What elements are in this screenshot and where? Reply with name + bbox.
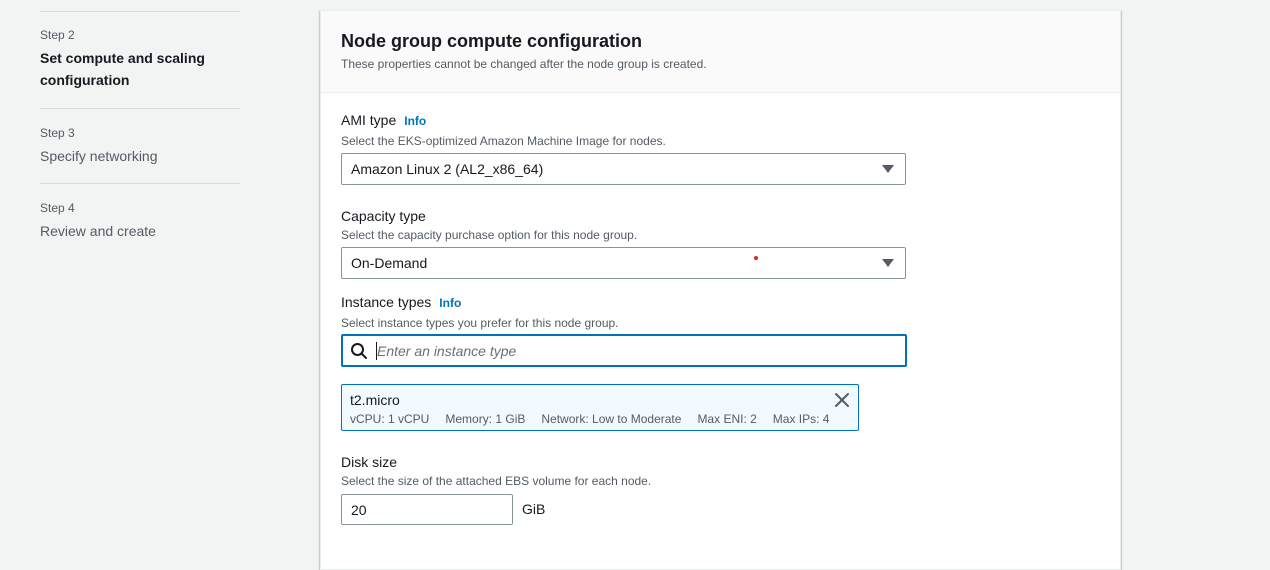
capacity-type-description: Select the capacity purchase option for … xyxy=(341,228,638,242)
step-3-item[interactable]: Step 3 Specify networking xyxy=(40,125,240,167)
instance-types-label: Instance types Info xyxy=(341,294,461,310)
token-max-ips: Max IPs: 4 xyxy=(772,412,830,426)
token-max-eni: Max ENI: 2 xyxy=(697,412,757,426)
step-number: Step 3 xyxy=(40,126,75,140)
token-instance-details: vCPU: 1 vCPU Memory: 1 GiB Network: Low to… xyxy=(350,412,845,426)
ami-type-label-text: AMI type xyxy=(341,112,397,128)
ami-type-select[interactable]: Amazon Linux 2 (AL2_x86_64) xyxy=(341,153,906,185)
disk-size-label-text: Disk size xyxy=(341,454,398,470)
instance-types-description: Select instance types you prefer for thi… xyxy=(341,316,619,330)
capacity-type-selected-value: On-Demand xyxy=(351,255,428,271)
step-title[interactable]: Specify networking xyxy=(40,145,240,167)
disk-size-label: Disk size xyxy=(341,454,397,470)
divider xyxy=(40,108,240,109)
instance-type-token: t2.micro vCPU: 1 vCPU Memory: 1 GiB Networ… xyxy=(341,384,859,431)
step-4-item[interactable]: Step 4 Review and create xyxy=(40,200,240,242)
ami-type-label: AMI type Info xyxy=(341,112,426,128)
compute-configuration-panel: Node group compute configuration These p… xyxy=(320,10,1121,570)
instance-type-search[interactable] xyxy=(341,334,907,367)
token-network: Network: Low to Moderate xyxy=(541,412,682,426)
divider xyxy=(40,183,240,184)
step-title[interactable]: Review and create xyxy=(40,220,240,242)
capacity-type-select[interactable]: On-Demand xyxy=(341,247,906,279)
disk-size-input[interactable] xyxy=(341,494,513,525)
capacity-type-label-text: Capacity type xyxy=(341,208,426,224)
search-icon xyxy=(351,343,367,359)
token-vcpu: vCPU: 1 vCPU xyxy=(350,412,430,426)
divider xyxy=(40,11,240,12)
ami-type-selected-value: Amazon Linux 2 (AL2_x86_64) xyxy=(351,161,544,177)
ami-type-description: Select the EKS-optimized Amazon Machine … xyxy=(341,134,666,148)
ami-type-info-link[interactable]: Info xyxy=(404,114,426,128)
panel-header: Node group compute configuration These p… xyxy=(321,11,1120,93)
instance-type-search-input[interactable] xyxy=(375,340,895,362)
step-2-item[interactable]: Step 2 Set compute and scaling configura… xyxy=(40,27,240,91)
step-title: Set compute and scaling configuration xyxy=(40,50,205,88)
token-instance-name: t2.micro xyxy=(350,392,400,408)
step-number: Step 4 xyxy=(40,201,75,215)
text-cursor xyxy=(376,342,377,360)
instance-types-label-text: Instance types xyxy=(341,294,432,310)
step-number: Step 2 xyxy=(40,28,75,42)
capacity-type-label: Capacity type xyxy=(341,208,426,224)
panel-title: Node group compute configuration xyxy=(341,31,642,51)
disk-size-description: Select the size of the attached EBS volu… xyxy=(341,474,652,488)
marker-dot xyxy=(754,256,758,260)
caret-down-icon xyxy=(882,259,894,267)
disk-size-unit: GiB xyxy=(522,501,546,517)
close-icon[interactable] xyxy=(834,392,850,408)
caret-down-icon xyxy=(882,165,894,173)
panel-description: These properties cannot be changed after… xyxy=(341,57,707,71)
instance-types-info-link[interactable]: Info xyxy=(439,296,461,310)
token-memory: Memory: 1 GiB xyxy=(445,412,526,426)
